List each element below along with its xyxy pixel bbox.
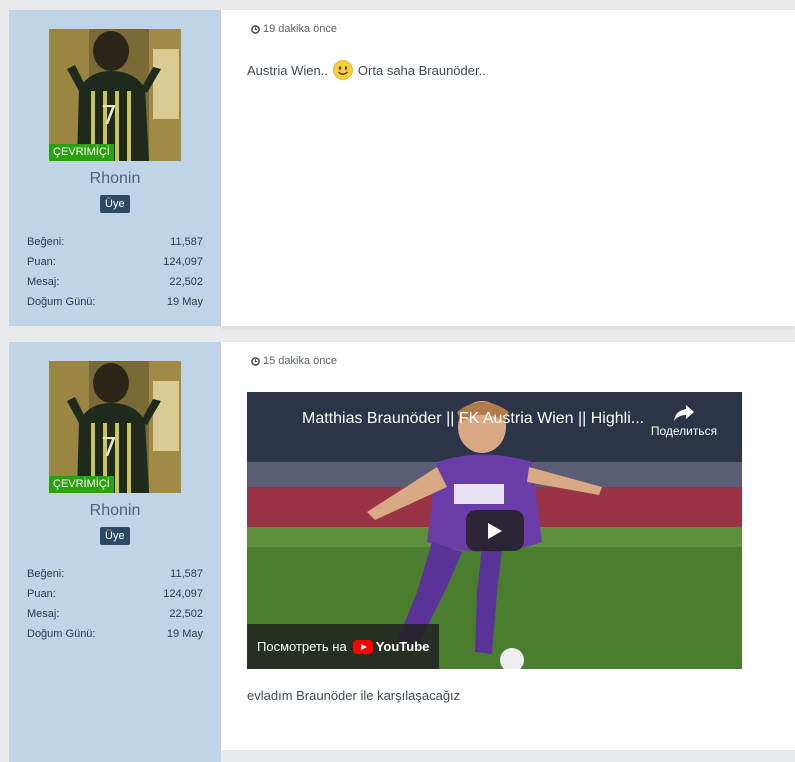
message-text: Austria Wien.. — [247, 62, 328, 78]
stat-value: 22,502 — [169, 276, 203, 288]
share-label: Поделиться — [650, 424, 718, 438]
post-content: 15 dakika önce Matthias Braunöder || FK … — [221, 342, 795, 750]
watch-on-label: Посмотреть на — [257, 639, 347, 654]
share-button[interactable]: Поделиться — [644, 404, 724, 438]
youtube-icon — [352, 639, 373, 654]
stat-label: Puan: — [27, 588, 56, 600]
stat-label: Puan: — [27, 256, 56, 268]
post-message: Austria Wien.. Orta saha Braunöder.. — [247, 60, 486, 80]
username-link[interactable]: Rhonin — [9, 170, 221, 188]
clock-icon — [251, 24, 260, 34]
stat-label: Beğeni: — [27, 568, 65, 580]
stat-likes: Beğeni: 11,587 — [27, 564, 203, 584]
stat-value: 124,097 — [163, 256, 203, 268]
smiley-icon — [333, 60, 353, 80]
post: 7 ÇEVRİMİÇİ Rhonin Üye Beğeni: 11,587 Pu… — [0, 342, 795, 762]
stat-label: Doğum Günü: — [27, 628, 96, 640]
stat-value: 124,097 — [163, 588, 203, 600]
stat-value: 11,587 — [170, 236, 203, 248]
stat-messages: Mesaj: 22,502 — [27, 272, 203, 292]
user-info-panel: 7 ÇEVRİMİÇİ Rhonin Üye Beğeni: 11,587 Pu… — [9, 342, 221, 762]
youtube-brand: YouTube — [375, 639, 430, 654]
user-role-badge: Üye — [100, 527, 130, 545]
timestamp-text: 15 dakika önce — [263, 355, 337, 367]
post-timestamp[interactable]: 19 dakika önce — [251, 23, 337, 35]
play-button[interactable] — [466, 510, 524, 551]
user-stats: Beğeni: 11,587 Puan: 124,097 Mesaj: 22,5… — [27, 564, 203, 644]
clock-icon — [251, 356, 260, 366]
watch-on-youtube-button[interactable]: Посмотреть на YouTube — [247, 624, 439, 669]
youtube-logo: YouTube — [352, 639, 430, 654]
avatar[interactable]: 7 ÇEVRİMİÇİ — [49, 361, 181, 493]
online-status-badge: ÇEVRİMİÇİ — [49, 476, 114, 493]
stat-value: 11,587 — [170, 568, 203, 580]
stat-label: Mesaj: — [27, 608, 60, 620]
stat-label: Beğeni: — [27, 236, 65, 248]
avatar-image: 7 — [49, 29, 181, 161]
stat-points: Puan: 124,097 — [27, 584, 203, 604]
svg-text:7: 7 — [101, 433, 118, 463]
video-title[interactable]: Matthias Braunöder || FK Austria Wien ||… — [302, 410, 644, 428]
share-icon — [674, 405, 694, 421]
stat-likes: Beğeni: 11,587 — [27, 232, 203, 252]
stat-label: Doğum Günü: — [27, 296, 96, 308]
play-icon — [488, 523, 502, 539]
user-stats: Beğeni: 11,587 Puan: 124,097 Mesaj: 22,5… — [27, 232, 203, 312]
post: 7 ÇEVRİMİÇİ Rhonin Üye Beğeni: 11,587 Pu… — [0, 10, 795, 328]
stat-value: 22,502 — [169, 608, 203, 620]
stat-value: 19 May — [166, 296, 203, 308]
avatar-image: 7 — [49, 361, 181, 493]
stat-birthday: Doğum Günü: 19 May — [27, 624, 203, 644]
stat-points: Puan: 124,097 — [27, 252, 203, 272]
avatar[interactable]: 7 ÇEVRİMİÇİ — [49, 29, 181, 161]
stat-birthday: Doğum Günü: 19 May — [27, 292, 203, 312]
svg-text:7: 7 — [101, 101, 118, 131]
post-timestamp[interactable]: 15 dakika önce — [251, 355, 337, 367]
online-status-badge: ÇEVRİMİÇİ — [49, 144, 114, 161]
post-content: 19 dakika önce Austria Wien.. Orta saha … — [221, 10, 795, 326]
stat-messages: Mesaj: 22,502 — [27, 604, 203, 624]
message-text: Orta saha Braunöder.. — [357, 62, 486, 78]
user-role-badge: Üye — [100, 195, 130, 213]
youtube-embed[interactable]: Matthias Braunöder || FK Austria Wien ||… — [247, 392, 742, 669]
stat-value: 19 May — [166, 628, 203, 640]
user-info-panel: 7 ÇEVRİMİÇİ Rhonin Üye Beğeni: 11,587 Pu… — [9, 10, 221, 326]
username-link[interactable]: Rhonin — [9, 502, 221, 520]
stat-label: Mesaj: — [27, 276, 60, 288]
post-message: evladım Braunöder ile karşılaşacağız — [247, 688, 461, 703]
timestamp-text: 19 dakika önce — [263, 23, 337, 35]
